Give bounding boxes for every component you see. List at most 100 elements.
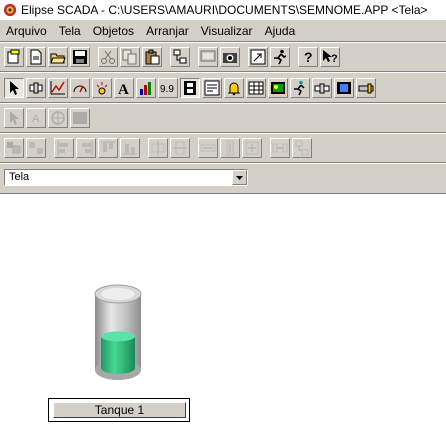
objects-toolbar: A 9.9 — [0, 75, 378, 101]
setpoint-icon — [29, 82, 43, 94]
bell-icon — [227, 82, 241, 96]
app-browser-button[interactable] — [170, 47, 190, 67]
same-size-icon — [245, 141, 259, 155]
save-button[interactable] — [70, 47, 90, 67]
table-icon — [248, 81, 264, 95]
open-button[interactable] — [48, 47, 68, 67]
app-browser-icon — [173, 49, 187, 64]
camera-button[interactable] — [220, 47, 240, 67]
open-icon — [50, 53, 66, 64]
run-button[interactable] — [248, 47, 268, 67]
camera-icon — [223, 53, 237, 63]
center-horizontal-icon — [151, 141, 165, 155]
align-left-button[interactable] — [54, 138, 74, 158]
new-icon — [7, 49, 20, 64]
same-size-button[interactable] — [242, 138, 262, 158]
same-height-button[interactable] — [220, 138, 240, 158]
same-width-icon — [200, 144, 216, 152]
rectangle-button[interactable] — [70, 108, 90, 128]
shape-button[interactable] — [48, 108, 68, 128]
toolbar-divider — [0, 102, 446, 104]
align-top-icon — [101, 141, 115, 152]
numeric-display-button[interactable]: 9.9 — [158, 78, 178, 98]
arrange-toolbar — [0, 135, 314, 161]
slider-button[interactable] — [312, 78, 332, 98]
center-vertical-button[interactable] — [170, 138, 190, 158]
cut-button[interactable] — [98, 47, 118, 67]
trend-button[interactable] — [48, 78, 68, 98]
svg-text:?: ? — [304, 49, 313, 65]
paste-icon — [145, 49, 160, 65]
report-button[interactable] — [268, 78, 288, 98]
bell-button[interactable] — [224, 78, 244, 98]
dropdown-button[interactable] — [232, 170, 247, 185]
menu-bar: Arquivo Tela Objetos Arranjar Visualizar… — [0, 22, 446, 40]
numeric-display-icon: 9.9 — [160, 84, 174, 95]
window-title: Elipse SCADA - C:\USERS\AMAURI\DOCUMENTS… — [21, 3, 428, 17]
film-button[interactable] — [180, 78, 200, 98]
screen-selector[interactable]: Tela — [4, 169, 248, 186]
title-bar: Elipse SCADA - C:\USERS\AMAURI\DOCUMENTS… — [0, 0, 446, 20]
same-width-button[interactable] — [198, 138, 218, 158]
menu-ajuda[interactable]: Ajuda — [259, 22, 302, 40]
alarm-display-icon — [96, 82, 108, 95]
ungroup-button[interactable] — [26, 138, 46, 158]
paste-button[interactable] — [142, 47, 162, 67]
same-height-icon — [226, 140, 234, 156]
alarm-display-button[interactable] — [92, 78, 112, 98]
help-button[interactable]: ? — [298, 47, 318, 67]
bar-chart-button[interactable] — [136, 78, 156, 98]
group-button[interactable] — [4, 138, 24, 158]
screen-button[interactable] — [198, 47, 218, 67]
align-right-button[interactable] — [76, 138, 96, 158]
chevron-down-icon — [236, 175, 243, 180]
menu-arquivo[interactable]: Arquivo — [0, 22, 53, 40]
gauge-button[interactable] — [70, 78, 90, 98]
copy-button[interactable] — [120, 47, 140, 67]
text-tool-button[interactable]: A — [26, 108, 46, 128]
table-button[interactable] — [246, 78, 266, 98]
runner-button[interactable] — [270, 47, 290, 67]
elipse-app-icon[interactable] — [3, 3, 17, 17]
align-left-icon — [57, 141, 68, 155]
center-horizontal-button[interactable] — [148, 138, 168, 158]
menu-tela[interactable]: Tela — [53, 22, 87, 40]
menu-divider — [0, 41, 446, 43]
video-button[interactable] — [334, 78, 354, 98]
report-icon — [271, 82, 285, 94]
svg-text:9.9: 9.9 — [160, 84, 174, 95]
setpoint-button[interactable] — [26, 78, 46, 98]
animation-button[interactable] — [290, 78, 310, 98]
align-top-button[interactable] — [98, 138, 118, 158]
browser-button[interactable] — [202, 78, 222, 98]
select-arrow-icon — [10, 81, 19, 95]
svg-text:A: A — [118, 82, 129, 96]
screen-selector-value: Tela — [9, 171, 30, 183]
bar-chart-icon — [140, 82, 151, 95]
text-button[interactable]: A — [114, 78, 134, 98]
context-help-button[interactable]: ? — [320, 47, 340, 67]
menu-visualizar[interactable]: Visualizar — [195, 22, 259, 40]
toolbar-divider — [0, 132, 446, 134]
tank-object[interactable] — [93, 284, 143, 382]
save-icon — [73, 50, 87, 64]
new-button[interactable] — [4, 47, 24, 67]
shape-icon — [51, 111, 65, 125]
pipe-button[interactable] — [356, 78, 376, 98]
toolbar-divider — [0, 162, 446, 164]
pipe-icon — [358, 83, 374, 94]
screen-icon — [200, 50, 216, 62]
menu-objetos[interactable]: Objetos — [87, 22, 140, 40]
animation-icon — [294, 80, 305, 96]
new-doc-button[interactable] — [26, 47, 46, 67]
space-vertical-button[interactable] — [292, 138, 312, 158]
tank-label-frame[interactable]: Tanque 1 — [48, 398, 190, 422]
pointer-button[interactable] — [4, 108, 24, 128]
tank-liquid-level — [101, 336, 135, 374]
menu-arranjar[interactable]: Arranjar — [140, 22, 195, 40]
space-horizontal-button[interactable] — [270, 138, 290, 158]
select-tool-button[interactable] — [4, 78, 24, 98]
tank-liquid-surface — [101, 331, 135, 342]
align-bottom-button[interactable] — [120, 138, 140, 158]
trend-icon — [50, 81, 65, 95]
